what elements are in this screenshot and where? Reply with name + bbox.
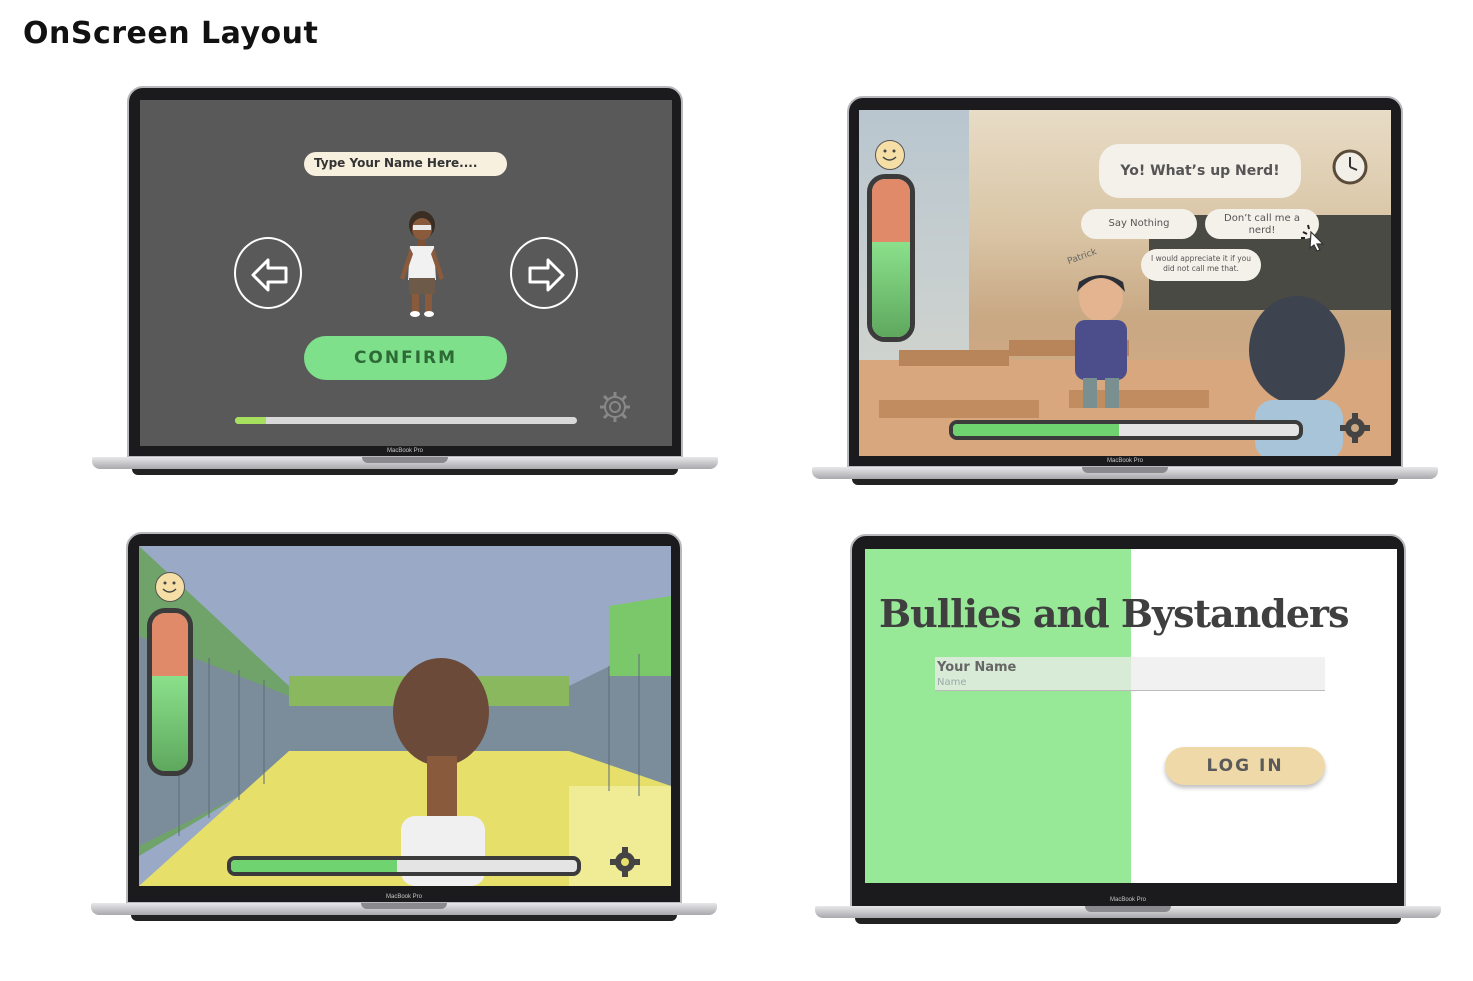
next-character-button[interactable] — [510, 237, 578, 309]
page-title: OnScreen Layout — [23, 16, 319, 51]
progress-bar — [949, 420, 1303, 440]
mood-meter-green — [152, 676, 188, 771]
desk — [879, 400, 1039, 418]
character-avatar — [400, 211, 444, 317]
progress-bar — [235, 417, 577, 424]
progress-bar — [227, 856, 581, 876]
progress-fill — [953, 424, 1120, 436]
gear-icon[interactable] — [598, 390, 632, 424]
laptop-label: MacBook Pro — [385, 894, 422, 900]
laptop-character-select: Type Your Name Here.... CONFIRM MacBook … — [92, 86, 718, 478]
classroom-screen: Patrick Yo! What’s up Nerd! Say Nothing … — [859, 110, 1391, 456]
laptop-classroom-dialogue: Patrick Yo! What’s up Nerd! Say Nothing … — [812, 96, 1438, 490]
clock-icon — [1332, 149, 1368, 185]
laptop-label: MacBook Pro — [1106, 458, 1143, 464]
login-button[interactable]: LOG IN — [1165, 747, 1325, 785]
laptop-label: MacBook Pro — [1109, 897, 1146, 903]
smiley-icon — [155, 572, 185, 602]
laptop-label: MacBook Pro — [386, 448, 423, 454]
mood-meter-red — [152, 613, 188, 677]
name-field-label: Your Name — [937, 660, 1017, 675]
smiley-icon — [875, 140, 905, 170]
npc-patrick — [1075, 274, 1127, 408]
progress-fill — [231, 860, 398, 872]
desk — [899, 350, 1009, 366]
choice-would-appreciate[interactable]: I would appreciate it if you did not cal… — [1141, 249, 1261, 281]
name-field-placeholder: Name — [937, 677, 967, 688]
gear-icon[interactable] — [609, 846, 641, 878]
arrow-right-icon — [528, 258, 565, 292]
mood-meter — [867, 174, 915, 342]
confirm-button[interactable]: CONFIRM — [304, 336, 507, 380]
npc-speech-bubble: Yo! What’s up Nerd! — [1099, 144, 1301, 198]
arrow-left-icon — [251, 258, 288, 292]
laptop-hallway-gameplay: MacBook Pro — [91, 532, 717, 924]
player-back-view — [393, 658, 489, 886]
login-screen: Bullies and Bystanders Your Name Name LO… — [865, 549, 1397, 883]
progress-fill — [235, 417, 266, 424]
character-select-screen: Type Your Name Here.... CONFIRM — [140, 100, 672, 446]
hallway-screen — [139, 546, 671, 886]
name-field[interactable]: Your Name Name — [935, 657, 1325, 691]
npc-name-tag: Patrick — [1066, 247, 1099, 267]
laptop-login: Bullies and Bystanders Your Name Name LO… — [815, 534, 1441, 928]
mood-meter-green — [872, 242, 910, 337]
mood-meter — [147, 608, 193, 776]
mood-meter-red — [872, 179, 910, 243]
gear-icon[interactable] — [1339, 412, 1371, 444]
prev-character-button[interactable] — [234, 237, 302, 309]
name-input[interactable]: Type Your Name Here.... — [304, 152, 507, 176]
choice-say-nothing[interactable]: Say Nothing — [1081, 209, 1197, 239]
pointer-cursor-icon — [1301, 224, 1325, 252]
game-title: Bullies and Bystanders — [879, 591, 1349, 636]
